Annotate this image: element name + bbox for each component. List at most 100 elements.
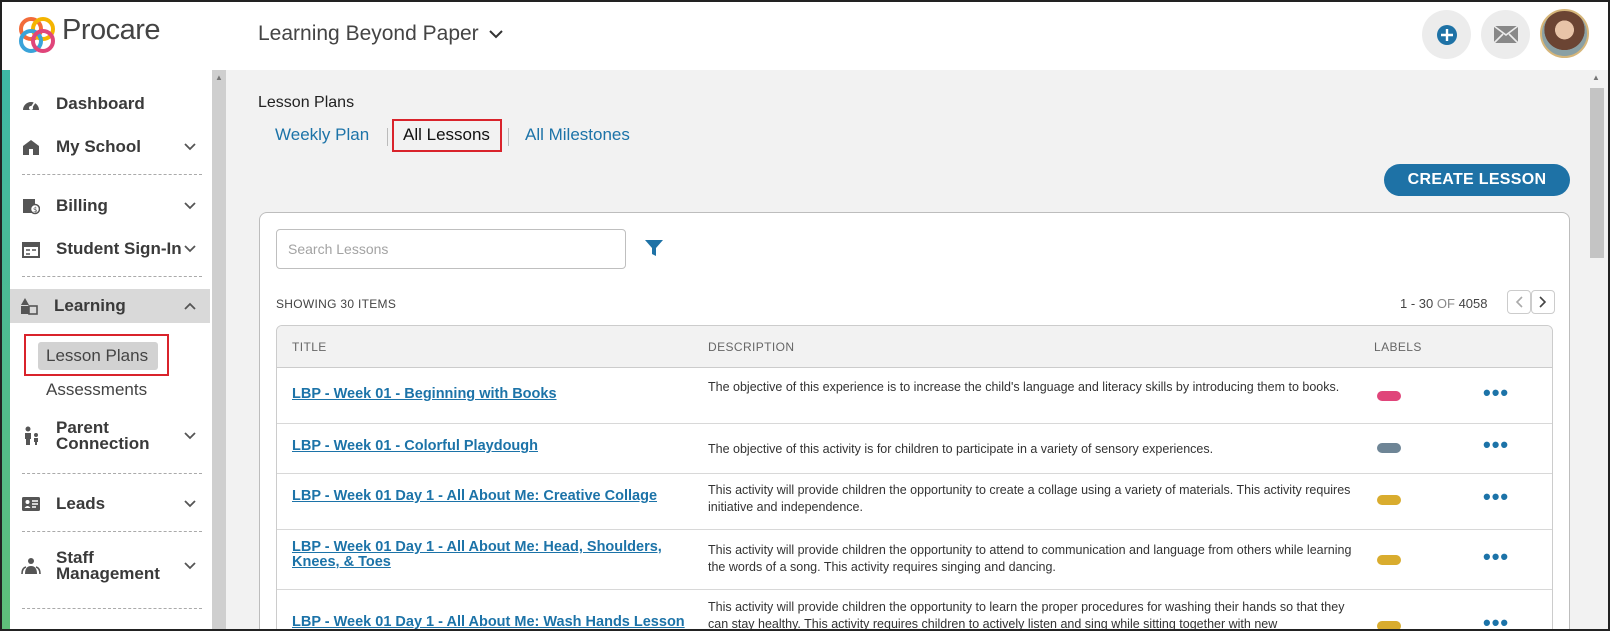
sidebar-scrollbar[interactable]: [212, 70, 226, 631]
pagination-range: 1 - 30: [1400, 296, 1434, 311]
more-options-icon[interactable]: •••: [1483, 610, 1509, 631]
more-options-icon[interactable]: •••: [1483, 544, 1509, 570]
main-scrollbar-thumb[interactable]: [1590, 88, 1604, 258]
highlight-box: [24, 334, 169, 376]
procare-logo-icon: [19, 17, 55, 53]
sidebar-item-learning[interactable]: Learning: [10, 289, 210, 323]
tab-separator: [387, 128, 388, 146]
calendar-icon: [20, 240, 42, 258]
chevron-down-icon: [184, 562, 196, 570]
sidebar-subitem-assessments[interactable]: Assessments: [46, 380, 147, 400]
sidebar-item-billing[interactable]: $ Billing: [12, 188, 210, 224]
messages-button[interactable]: [1481, 10, 1530, 59]
table-row[interactable]: LBP - Week 01 - Beginning with Books The…: [277, 368, 1552, 424]
scroll-up-icon[interactable]: ▲: [1592, 73, 1600, 82]
lessons-table: TITLE DESCRIPTION LABELS LBP - Week 01 -…: [276, 325, 1553, 631]
school-selector[interactable]: Learning Beyond Paper: [258, 22, 503, 46]
lesson-description: The objective of this activity is for ch…: [708, 442, 1214, 456]
page-title: Lesson Plans: [258, 94, 355, 111]
sidebar-item-dashboard[interactable]: Dashboard: [12, 86, 210, 122]
sidebar-item-label: Leads: [56, 494, 106, 513]
top-header: Procare Learning Beyond Paper: [0, 0, 1610, 70]
next-page-button[interactable]: [1531, 290, 1555, 314]
lesson-label: [1377, 391, 1401, 401]
chevron-up-icon: [184, 302, 196, 310]
billing-icon: $: [20, 197, 42, 215]
search-input[interactable]: [276, 229, 626, 269]
school-name: Learning Beyond Paper: [258, 22, 479, 45]
user-avatar[interactable]: [1540, 9, 1589, 58]
column-header-description[interactable]: DESCRIPTION: [708, 340, 794, 354]
sidebar-item-label: Learning: [54, 296, 126, 315]
lesson-description: This activity will provide children the …: [708, 600, 1345, 631]
lesson-title-link[interactable]: LBP - Week 01 Day 1 - All About Me: Crea…: [292, 489, 657, 504]
table-header: TITLE DESCRIPTION LABELS: [277, 326, 1552, 368]
lesson-label: [1377, 621, 1401, 631]
school-icon: [20, 138, 42, 156]
lesson-title-link[interactable]: LBP - Week 01 Day 1 - All About Me: Head…: [292, 540, 672, 570]
sidebar-item-label: My School: [56, 137, 142, 156]
sidebar-item-staff-management[interactable]: Staff Management: [12, 546, 210, 586]
chevron-down-icon: [184, 500, 196, 508]
lesson-title-link[interactable]: LBP - Week 01 - Colorful Playdough: [292, 439, 538, 454]
sidebar-item-label: Billing: [56, 196, 108, 215]
pagination-of: OF: [1436, 296, 1455, 311]
table-row[interactable]: LBP - Week 01 Day 1 - All About Me: Wash…: [277, 590, 1552, 631]
sidebar-divider: [22, 608, 202, 609]
more-options-icon[interactable]: •••: [1483, 484, 1509, 510]
add-button[interactable]: [1422, 10, 1471, 59]
brand-name[interactable]: Procare: [62, 14, 161, 47]
svg-text:$: $: [33, 206, 37, 214]
create-lesson-button[interactable]: CREATE LESSON: [1384, 164, 1570, 196]
chevron-down-icon: [184, 245, 196, 253]
sidebar-item-label: Staff Management: [56, 548, 160, 583]
lesson-label: [1377, 495, 1401, 505]
lesson-label: [1377, 555, 1401, 565]
tab-all-milestones[interactable]: All Milestones: [525, 125, 630, 145]
sidebar-item-student-sign-in[interactable]: Student Sign-In: [12, 231, 210, 267]
sidebar-divider: [22, 473, 202, 474]
sidebar-item-label: Dashboard: [56, 94, 145, 113]
filter-icon[interactable]: [644, 238, 664, 258]
more-options-icon[interactable]: •••: [1483, 432, 1509, 458]
lesson-title-link[interactable]: LBP - Week 01 Day 1 - All About Me: Wash…: [292, 615, 685, 630]
chevron-down-icon: [488, 29, 503, 38]
chevron-down-icon: [184, 202, 196, 210]
table-row[interactable]: LBP - Week 01 Day 1 - All About Me: Crea…: [277, 474, 1552, 530]
lesson-description: The objective of this experience is to i…: [708, 380, 1340, 394]
lesson-description: This activity will provide children the …: [708, 483, 1351, 514]
chevron-left-icon: [1515, 296, 1523, 308]
column-header-labels[interactable]: LABELS: [1374, 340, 1422, 354]
id-card-icon: [20, 497, 42, 511]
lesson-title-link[interactable]: LBP - Week 01 - Beginning with Books: [292, 387, 557, 402]
chevron-down-icon: [184, 143, 196, 151]
pagination-total: 4058: [1458, 296, 1488, 311]
lesson-description: This activity will provide children the …: [708, 543, 1352, 574]
chevron-right-icon: [1539, 296, 1547, 308]
chevron-down-icon: [184, 432, 196, 440]
item-count: SHOWING 30 ITEMS: [276, 297, 397, 311]
sidebar-item-leads[interactable]: Leads: [12, 486, 210, 522]
column-header-title[interactable]: TITLE: [292, 340, 327, 354]
tab-weekly-plan[interactable]: Weekly Plan: [275, 125, 369, 145]
table-row[interactable]: LBP - Week 01 - Colorful Playdough The o…: [277, 424, 1552, 474]
sidebar-item-parent-connection[interactable]: Parent Connection: [12, 416, 210, 456]
family-icon: [20, 426, 42, 446]
scroll-up-icon[interactable]: ▲: [215, 73, 223, 82]
pagination-info: 1 - 30 OF 4058: [1400, 296, 1487, 311]
sidebar-item-my-school[interactable]: My School: [12, 129, 210, 165]
sidebar-divider: [22, 531, 202, 532]
sidebar-item-label: Student Sign-In: [56, 239, 182, 258]
plus-circle-icon: [1436, 24, 1457, 45]
sidebar-divider: [22, 174, 202, 175]
more-options-icon[interactable]: •••: [1483, 380, 1509, 406]
sidebar-divider: [22, 276, 202, 277]
highlight-box: [392, 119, 502, 152]
tab-separator: [508, 128, 509, 146]
sidebar-item-label: Parent Connection: [56, 418, 150, 453]
blocks-icon: [18, 297, 40, 315]
table-row[interactable]: LBP - Week 01 Day 1 - All About Me: Head…: [277, 530, 1552, 590]
mail-icon: [1492, 25, 1519, 44]
prev-page-button[interactable]: [1507, 290, 1531, 314]
sidebar-accent-bar: [2, 70, 10, 631]
